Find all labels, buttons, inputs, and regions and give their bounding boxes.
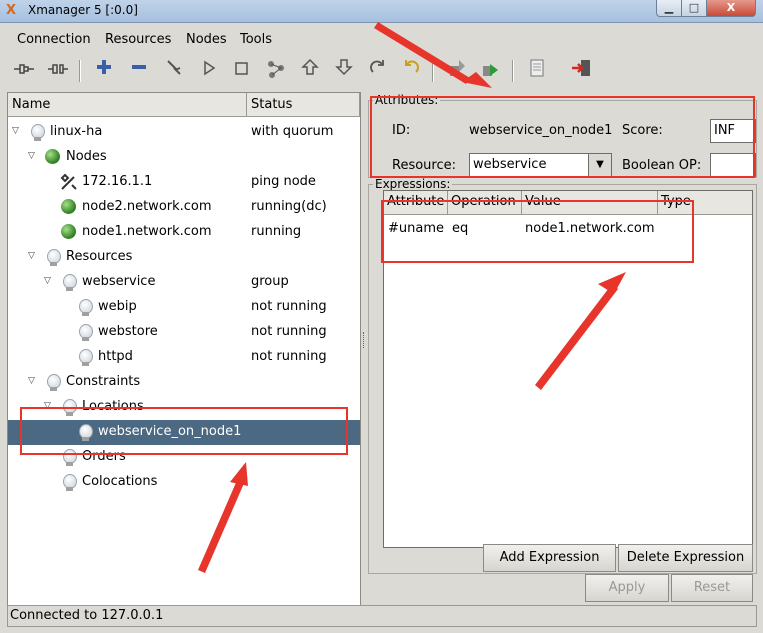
arrow-head-tree — [230, 462, 248, 486]
arrow-head-expressions — [598, 272, 626, 294]
arrow-to-expressions — [535, 284, 618, 390]
app-window: X Xmanager 5 [:0.0] ▁ □ X Connection Res… — [0, 0, 763, 633]
arrow-head-attributes — [462, 72, 492, 88]
arrow-to-tree — [198, 478, 245, 573]
arrow-to-attributes — [374, 22, 470, 84]
annotation-arrows — [198, 22, 626, 573]
